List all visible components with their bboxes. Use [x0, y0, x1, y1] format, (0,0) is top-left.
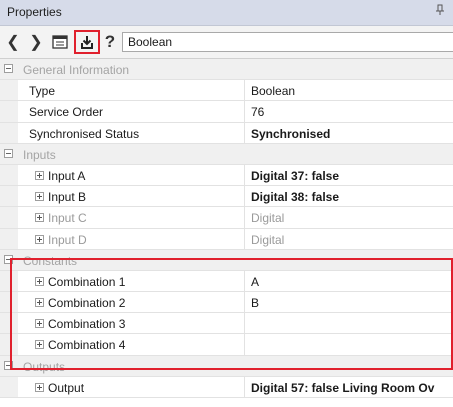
property-name: Combination 2 [48, 296, 126, 311]
back-arrow-icon[interactable]: ❮ [4, 32, 22, 52]
expand-icon[interactable] [35, 213, 44, 223]
property-name: Input D [48, 232, 87, 247]
property-row-type[interactable]: Type Boolean [0, 80, 453, 102]
properties-toolbar: ❮ ❯ ? Boolean [0, 26, 453, 59]
panel-title: Properties [7, 5, 62, 19]
collapse-icon[interactable] [4, 64, 13, 73]
property-name: Synchronised Status [18, 122, 245, 143]
forward-arrow-icon[interactable]: ❯ [27, 32, 45, 52]
expand-icon[interactable] [35, 170, 44, 180]
property-row-input-c[interactable]: Input C Digital [0, 207, 453, 229]
collapse-icon[interactable] [4, 254, 13, 264]
property-value[interactable]: 76 [245, 101, 453, 121]
category-label: Constants [23, 253, 78, 268]
property-name: Input C [48, 211, 87, 226]
property-name: Combination 4 [48, 338, 126, 353]
property-name: Output [48, 380, 85, 395]
help-icon[interactable]: ? [102, 32, 118, 52]
expand-icon[interactable] [35, 382, 44, 392]
expand-icon[interactable] [35, 319, 44, 329]
pin-icon[interactable] [435, 4, 445, 19]
property-row-input-d[interactable]: Input D Digital [0, 228, 453, 250]
property-value[interactable]: Digital [245, 207, 453, 227]
property-value[interactable]: B [245, 292, 453, 312]
collapse-icon[interactable] [4, 360, 13, 370]
property-name: Type [18, 80, 245, 101]
property-value[interactable]: Digital 38: false [245, 186, 453, 206]
property-name: Input B [48, 190, 87, 205]
collapse-icon[interactable] [4, 148, 13, 158]
property-value[interactable]: Digital 57: false Living Room Ov [245, 377, 453, 397]
property-name: Combination 1 [48, 274, 126, 289]
expand-icon[interactable] [35, 192, 44, 202]
expand-icon[interactable] [35, 340, 44, 350]
property-name: Combination 3 [48, 317, 126, 332]
property-row-combination-2[interactable]: Combination 2 B [0, 292, 453, 314]
property-row-combination-3[interactable]: Combination 3 [0, 313, 453, 335]
category-label: Inputs [23, 147, 56, 162]
property-row-input-a[interactable]: Input A Digital 37: false [0, 164, 453, 187]
expand-icon[interactable] [35, 234, 44, 244]
object-type-field[interactable]: Boolean [122, 32, 453, 52]
category-inputs[interactable]: Inputs [0, 143, 453, 165]
properties-titlebar: Properties [0, 0, 453, 26]
expand-icon[interactable] [35, 276, 44, 286]
property-row-output[interactable]: Output Digital 57: false Living Room Ov [0, 376, 453, 398]
property-value[interactable] [245, 313, 453, 333]
property-value[interactable] [245, 334, 453, 354]
category-label: Outputs [23, 359, 66, 374]
property-name: Service Order [18, 101, 245, 122]
property-value[interactable]: A [245, 271, 453, 291]
property-row-service-order[interactable]: Service Order 76 [0, 101, 453, 123]
expand-icon[interactable] [35, 298, 44, 308]
property-grid: General Information Type Boolean Service… [0, 59, 453, 398]
property-value[interactable]: Digital [245, 229, 453, 249]
property-row-combination-4[interactable]: Combination 4 [0, 334, 453, 356]
property-value[interactable]: Synchronised [245, 123, 453, 143]
property-row-input-b[interactable]: Input B Digital 38: false [0, 186, 453, 208]
property-value[interactable]: Boolean [245, 80, 453, 100]
property-row-synchronised-status[interactable]: Synchronised Status Synchronised [0, 122, 453, 144]
property-name: Input A [48, 168, 86, 183]
property-pages-icon[interactable] [50, 32, 70, 52]
category-outputs[interactable]: Outputs [0, 355, 453, 377]
category-label: General Information [23, 63, 130, 77]
property-value[interactable]: Digital 37: false [245, 165, 453, 185]
category-constants[interactable]: Constants [0, 249, 453, 271]
property-row-combination-1[interactable]: Combination 1 A [0, 270, 453, 293]
category-general-information[interactable]: General Information [0, 59, 453, 81]
import-icon[interactable] [74, 30, 100, 54]
